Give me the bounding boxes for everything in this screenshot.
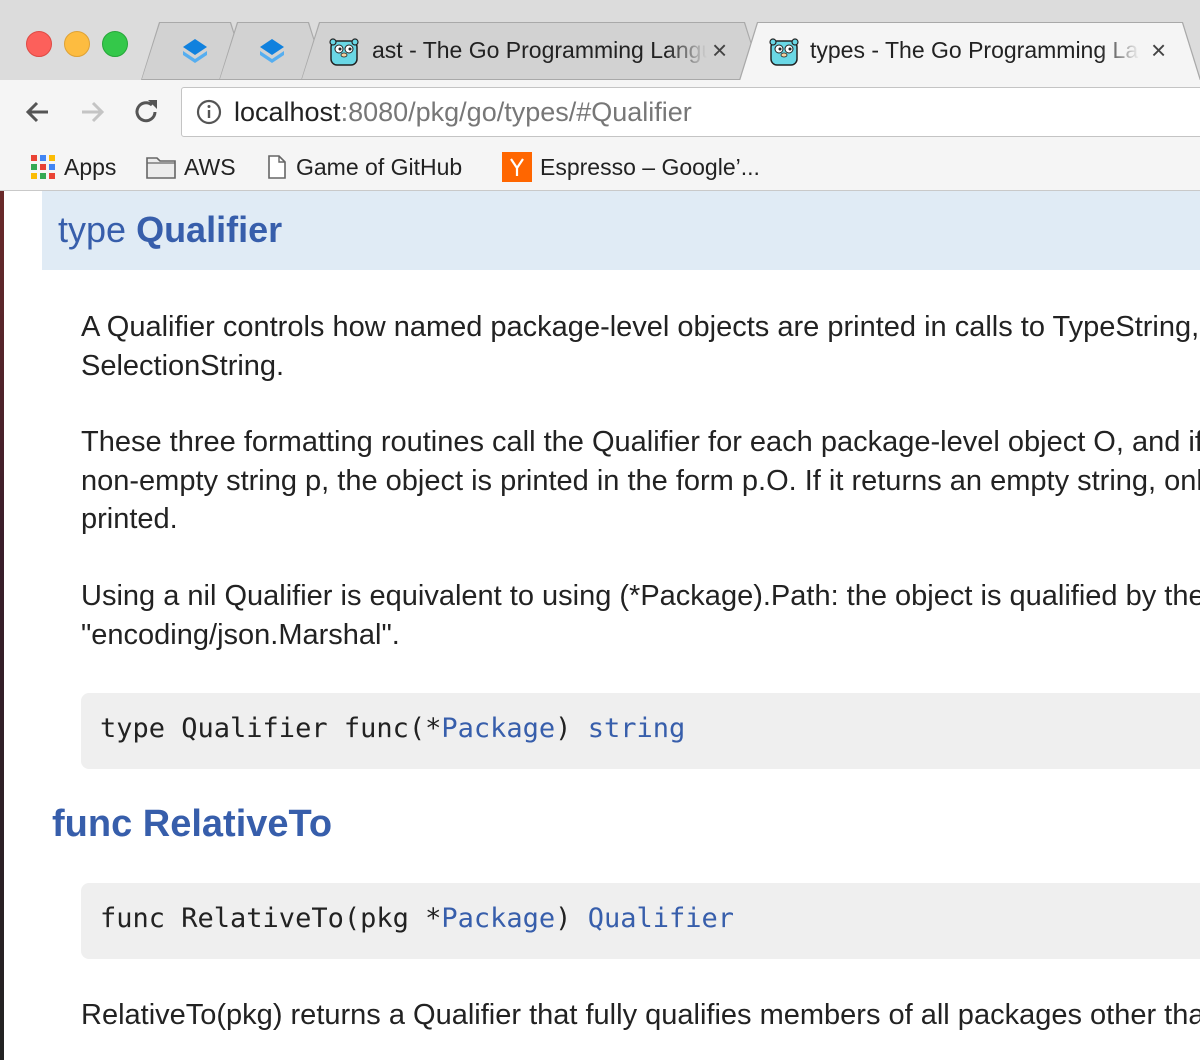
browser-toolbar: localhost:8080/pkg/go/types/#Qualifier [0, 80, 1200, 144]
bookmark-apps[interactable]: Apps [30, 150, 116, 184]
type-heading[interactable]: type Qualifier [58, 209, 282, 251]
paragraph-line: SelectionString. [81, 349, 285, 382]
close-window-button[interactable] [26, 31, 52, 57]
tab-types-active[interactable]: types - The Go Programming Language × [740, 23, 1200, 81]
bookmark-label: Apps [64, 153, 117, 180]
forward-arrow-icon[interactable] [74, 94, 110, 130]
paragraph-line: A Qualifier controls how named package-l… [81, 311, 1200, 343]
tab-ast[interactable]: ast - The Go Programming Language × [302, 23, 762, 79]
page-content: type Qualifier A Qualifier controls how … [0, 191, 1200, 1060]
page-icon [268, 155, 286, 179]
tab-strip: ast - The Go Programming Language × type… [0, 0, 1200, 81]
folder-icon [146, 157, 176, 179]
paragraph-line: Using a nil Qualifier is equivalent to u… [81, 580, 1200, 612]
type-keyword: type [58, 209, 127, 250]
zoom-window-button[interactable] [102, 31, 128, 57]
tab-title: ast - The Go Programming Language [372, 37, 707, 64]
qualifier-declaration: type Qualifier func(*Package) string [81, 693, 1200, 769]
bookmark-label: Game of GitHub [296, 153, 463, 180]
url-text[interactable]: localhost:8080/pkg/go/types/#Qualifier [234, 97, 692, 128]
code-text: ) [555, 713, 588, 744]
code-text: func RelativeTo(pkg * [100, 903, 442, 934]
paragraph-line: printed. [81, 503, 178, 535]
bookmark-label: AWS [184, 153, 236, 180]
paragraph-1: A Qualifier controls how named package-l… [81, 308, 1200, 385]
tab-title: types - The Go Programming Language [810, 37, 1139, 63]
dropbox-icon [177, 37, 213, 67]
bookmarks-bar: Apps AWS Game of GitHub Espresso – Googl… [0, 144, 1200, 191]
bookmark-aws[interactable]: AWS [146, 150, 236, 184]
code-text: ) [555, 903, 588, 934]
type-name: Qualifier [136, 209, 283, 250]
info-icon[interactable] [196, 99, 222, 125]
func-relativeto-heading[interactable]: func RelativeTo [52, 803, 332, 846]
bookmark-game-of-github[interactable]: Game of GitHub [266, 150, 462, 184]
paragraph-3: Using a nil Qualifier is equivalent to u… [81, 577, 1200, 654]
apps-grid-icon [31, 155, 55, 179]
paragraph-line: These three formatting routines call the… [81, 426, 1200, 458]
y-combinator-icon [502, 152, 532, 182]
type-qualifier-header: type Qualifier [42, 191, 1200, 270]
qualifier-link[interactable]: Qualifier [588, 903, 734, 934]
tab-close-button[interactable]: × [712, 35, 727, 66]
paragraph-relativeto: RelativeTo(pkg) returns a Qualifier that… [81, 996, 1200, 1035]
bookmark-label: Espresso – Google’... [540, 153, 760, 180]
paragraph-2: These three formatting routines call the… [81, 423, 1200, 539]
reload-icon[interactable] [128, 94, 164, 130]
code-text: type Qualifier func(* [100, 713, 442, 744]
paragraph-line: "encoding/json.Marshal". [81, 618, 400, 651]
relativeto-declaration: func RelativeTo(pkg *Package) Qualifier [81, 883, 1200, 959]
back-arrow-icon[interactable] [20, 94, 56, 130]
paragraph-line: RelativeTo(pkg) returns a Qualifier that… [81, 999, 1200, 1031]
url-path: :8080/pkg/go/types/#Qualifier [340, 97, 692, 127]
string-link[interactable]: string [588, 713, 686, 744]
tab-close-button[interactable]: × [1151, 35, 1166, 66]
url-host: localhost [234, 97, 341, 127]
gopher-icon [328, 35, 360, 67]
dropbox-icon [254, 37, 290, 67]
gopher-icon [768, 35, 800, 67]
package-link[interactable]: Package [441, 903, 555, 934]
package-link[interactable]: Package [441, 713, 555, 744]
address-bar[interactable]: localhost:8080/pkg/go/types/#Qualifier [181, 87, 1200, 137]
paragraph-line: non-empty string p, the object is printe… [81, 464, 1200, 497]
bookmark-espresso[interactable]: Espresso – Google’... [502, 150, 760, 184]
minimize-window-button[interactable] [64, 31, 90, 57]
